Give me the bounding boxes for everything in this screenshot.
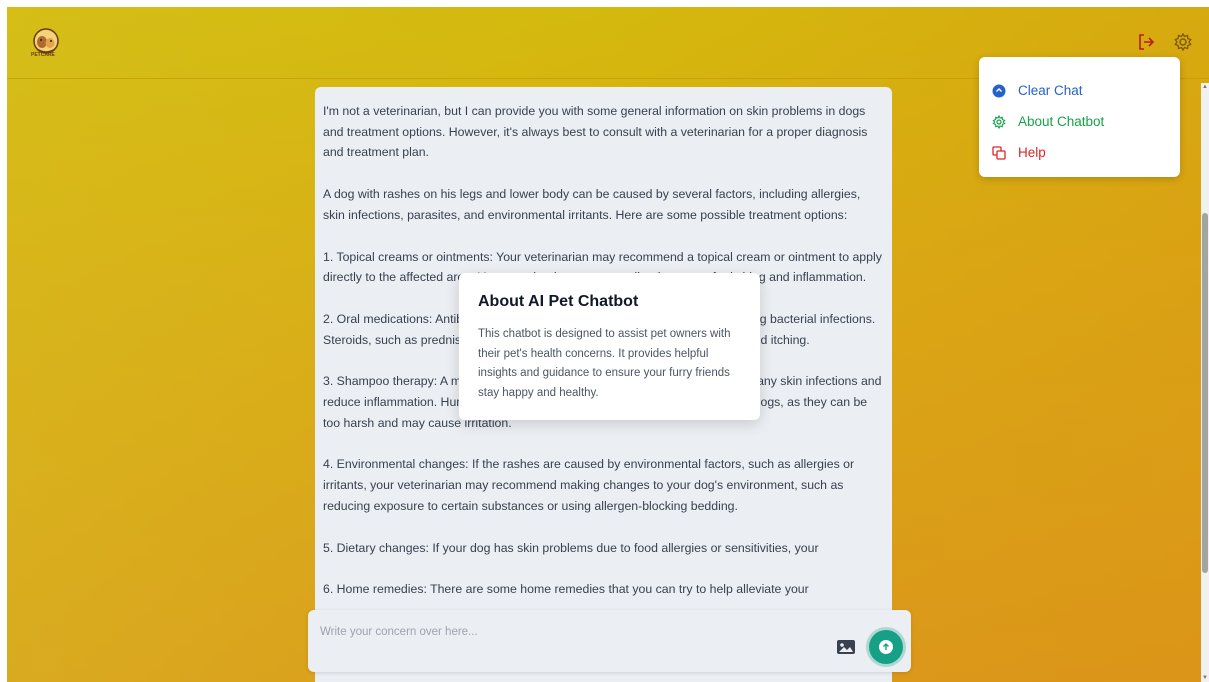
chat-paragraph: 4. Environmental changes: If the rashes … [323,457,855,513]
settings-dropdown-menu: Clear Chat About Chatbot Help [979,57,1180,177]
logout-icon[interactable] [1136,32,1156,52]
chat-paragraph: A dog with rashes on his legs and lower … [323,187,861,222]
scroll-thumb[interactable] [1202,213,1208,573]
logo-text: PETCARE [31,52,55,58]
modal-body: This chatbot is designed to assist pet o… [478,328,731,399]
menu-item-label: Clear Chat [1018,83,1083,98]
send-icon [879,640,893,654]
scroll-up-arrow-icon[interactable]: ▲ [1201,83,1209,91]
copy-icon [992,145,1006,160]
chat-paragraph: 5. Dietary changes: If your dog has skin… [323,540,819,555]
menu-item-label: About Chatbot [1018,114,1105,129]
concern-input[interactable] [320,622,800,642]
chat-paragraph: 6. Home remedies: There are some home re… [323,582,809,597]
chat-paragraph: I'm not a veterinarian, but I can provid… [323,104,868,160]
gear-icon[interactable] [1173,32,1193,52]
clear-circle-icon [992,84,1006,97]
app-window: PETCARE I'm not a veterinarian, but I ca… [7,7,1209,682]
menu-item-help[interactable]: Help [979,137,1180,168]
about-modal: About AI Pet Chatbot This chatbot is des… [459,273,760,420]
chat-input-bar [308,610,911,672]
scroll-down-arrow-icon[interactable]: ▼ [1201,674,1209,682]
menu-item-about-chatbot[interactable]: About Chatbot [979,106,1180,137]
page-scrollbar[interactable]: ▲ ▼ [1201,83,1209,682]
image-icon[interactable] [836,638,856,656]
menu-item-clear-chat[interactable]: Clear Chat [979,75,1180,106]
send-button[interactable] [869,630,903,664]
menu-item-label: Help [1018,145,1046,160]
gear-icon [992,114,1006,129]
modal-title: About AI Pet Chatbot [478,293,639,310]
